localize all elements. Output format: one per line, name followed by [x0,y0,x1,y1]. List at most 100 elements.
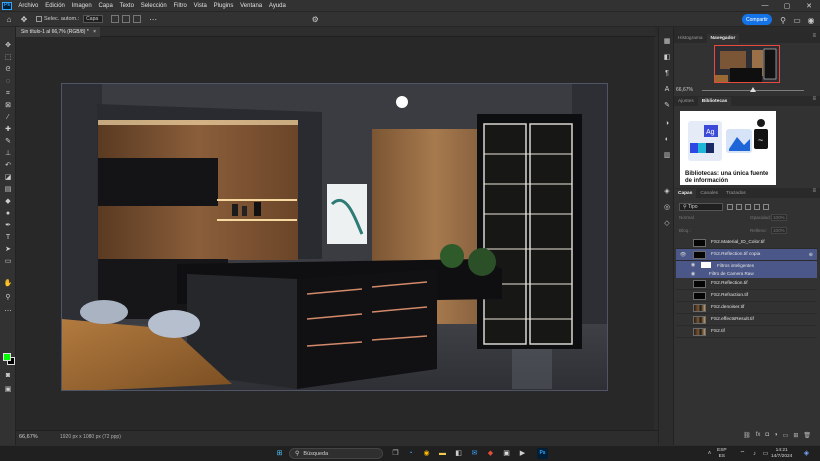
filter-pixel-icon[interactable] [727,204,733,210]
libraries-promo-card[interactable]: Ag ~ Bibliotecas: una única fuente de in… [680,111,776,185]
align-center-button[interactable] [133,15,142,23]
auto-select-checkbox[interactable] [36,16,42,22]
menu-edicion[interactable]: Edición [42,3,68,9]
language-indicator[interactable]: ESP ES [717,448,727,459]
close-button[interactable]: ✕ [798,2,820,10]
mail-icon[interactable]: ✉ [469,448,480,459]
close-tab-icon[interactable]: × [93,27,96,37]
3d-mode-icon[interactable]: ⚙ [309,14,321,24]
menu-vista[interactable]: Vista [190,3,210,9]
menu-ayuda[interactable]: Ayuda [266,3,290,9]
paragraph-icon[interactable]: ¶ [663,69,671,77]
user-icon[interactable]: ◉ [806,15,816,25]
rectangle-tool-icon[interactable]: ▭ [3,257,13,265]
opacity-field[interactable]: 100% [771,214,787,221]
character-icon[interactable]: A [663,85,671,93]
eye-icon[interactable]: ◉ [689,262,697,268]
menu-capa[interactable]: Capa [95,3,116,9]
menu-plugins[interactable]: Plugins [210,3,236,9]
panel-menu-icon[interactable]: ≡ [812,96,816,102]
new-group-icon[interactable]: ▭ [783,432,789,444]
channels-icon[interactable]: ◎ [663,203,671,211]
navigator-zoom-thumb[interactable] [750,87,756,92]
terminal-icon[interactable]: ▣ [501,448,512,459]
tab-adjustments[interactable]: Ajustes [674,97,698,106]
crop-tool-icon[interactable]: ⌗ [3,89,13,97]
add-mask-icon[interactable]: ◘ [765,432,769,444]
menu-archivo[interactable]: Archivo [15,3,42,9]
media-icon[interactable]: ▶ [517,448,528,459]
wifi-icon[interactable]: ⌔ [737,448,748,459]
filter-smart-object-icon[interactable] [763,204,769,210]
clone-stamp-tool-icon[interactable]: ⊥ [3,149,13,157]
path-select-tool-icon[interactable]: ➤ [3,245,13,253]
copilot-icon[interactable]: ◈ [801,448,812,459]
move-tool-icon[interactable]: ✥ [3,41,13,49]
eyedropper-tool-icon[interactable]: ⁄ [3,113,13,121]
paths-icon[interactable]: ◇ [663,219,671,227]
brush-tool-icon[interactable]: ✎ [3,137,13,145]
layers-icon[interactable]: ◈ [663,187,671,195]
taskbar-search[interactable]: ⚲ Búsqueda [289,448,383,459]
app-icon[interactable]: ◆ [485,448,496,459]
tab-navigator[interactable]: Navegador [706,34,740,43]
windows-start-icon[interactable]: ⊞ [274,448,285,459]
move-tool-preset-icon[interactable]: ✥ [18,14,30,24]
chrome-icon[interactable]: ◉ [421,448,432,459]
auto-select-target-dropdown[interactable]: Capa [83,15,104,23]
filter-adjustment-icon[interactable] [736,204,742,210]
history-brush-tool-icon[interactable]: ↶ [3,161,13,169]
gradient-tool-icon[interactable]: ▤ [3,185,13,193]
tab-channels[interactable]: Canales [696,189,722,198]
pen-tool-icon[interactable]: ✒ [3,221,13,229]
dodge-tool-icon[interactable]: ● [3,209,13,217]
document-tab[interactable]: Sin título-1 al 66,7% (RGB/8) * × [16,27,100,37]
layer-row-selected[interactable]: 👁 FS2.Reflection.tif copia ⊕ [676,249,817,261]
link-layers-icon[interactable]: ⛓ [743,432,751,444]
search-icon[interactable]: ⚲ [778,15,788,25]
more-options-icon[interactable]: ⋯ [147,14,159,24]
store-icon[interactable]: ◧ [453,448,464,459]
history-icon[interactable]: ▦ [663,37,671,45]
quick-mask-icon[interactable]: ◙ [3,371,13,379]
tab-libraries[interactable]: Bibliotecas [697,97,732,106]
type-tool-icon[interactable]: T [3,233,13,241]
document-canvas-image[interactable] [61,83,608,391]
artboard-tool-icon[interactable]: ⬚ [3,53,13,61]
hand-tool-icon[interactable]: ✋ [3,279,13,287]
new-layer-icon[interactable]: ⊞ [793,432,798,444]
blend-mode-dropdown[interactable]: Normal [679,215,694,220]
layer-row[interactable]: FS2.Refraction.tif [676,290,817,302]
home-icon[interactable]: ⌂ [3,14,15,24]
workspace-icon[interactable]: ▭ [792,15,802,25]
new-adjustment-icon[interactable]: ◑ [774,432,778,444]
color-icon[interactable]: ◐ [663,135,671,143]
layer-row[interactable]: FS2.tif [676,326,817,338]
layer-row[interactable]: FS2.effectsResult.tif [676,314,817,326]
canvas-area[interactable] [16,37,654,430]
fill-field[interactable]: 100% [771,227,787,234]
foreground-color-swatch[interactable] [3,353,11,361]
tray-expand-icon[interactable]: ˄ [704,448,715,459]
panel-menu-icon[interactable]: ≡ [812,33,816,39]
swatches-icon[interactable]: ▥ [663,151,671,159]
spot-heal-tool-icon[interactable]: ✚ [3,125,13,133]
filter-type-icon[interactable] [745,204,751,210]
eye-icon[interactable]: ◉ [689,271,697,277]
more-tools-icon[interactable]: ⋯ [3,307,13,315]
layer-style-icon[interactable]: fx [756,432,761,444]
navigator-view-box[interactable] [714,45,780,83]
menu-filtro[interactable]: Filtro [170,3,190,9]
tab-layers[interactable]: Capas [674,189,697,198]
zoom-level[interactable]: 66,67% [19,434,38,440]
volume-icon[interactable]: ♪ [749,448,760,459]
properties-icon[interactable]: ◧ [663,53,671,61]
photoshop-taskbar-icon[interactable]: Ps [537,448,548,459]
menu-imagen[interactable]: Imagen [68,3,95,9]
navigator-zoom[interactable]: 66,67% [676,87,693,93]
eye-icon[interactable]: 👁 [679,252,687,258]
align-left-button[interactable] [122,15,131,23]
adjustments-icon[interactable]: ◑ [663,119,671,127]
minimize-button[interactable]: — [754,2,776,10]
frame-tool-icon[interactable]: ⊠ [3,101,13,109]
